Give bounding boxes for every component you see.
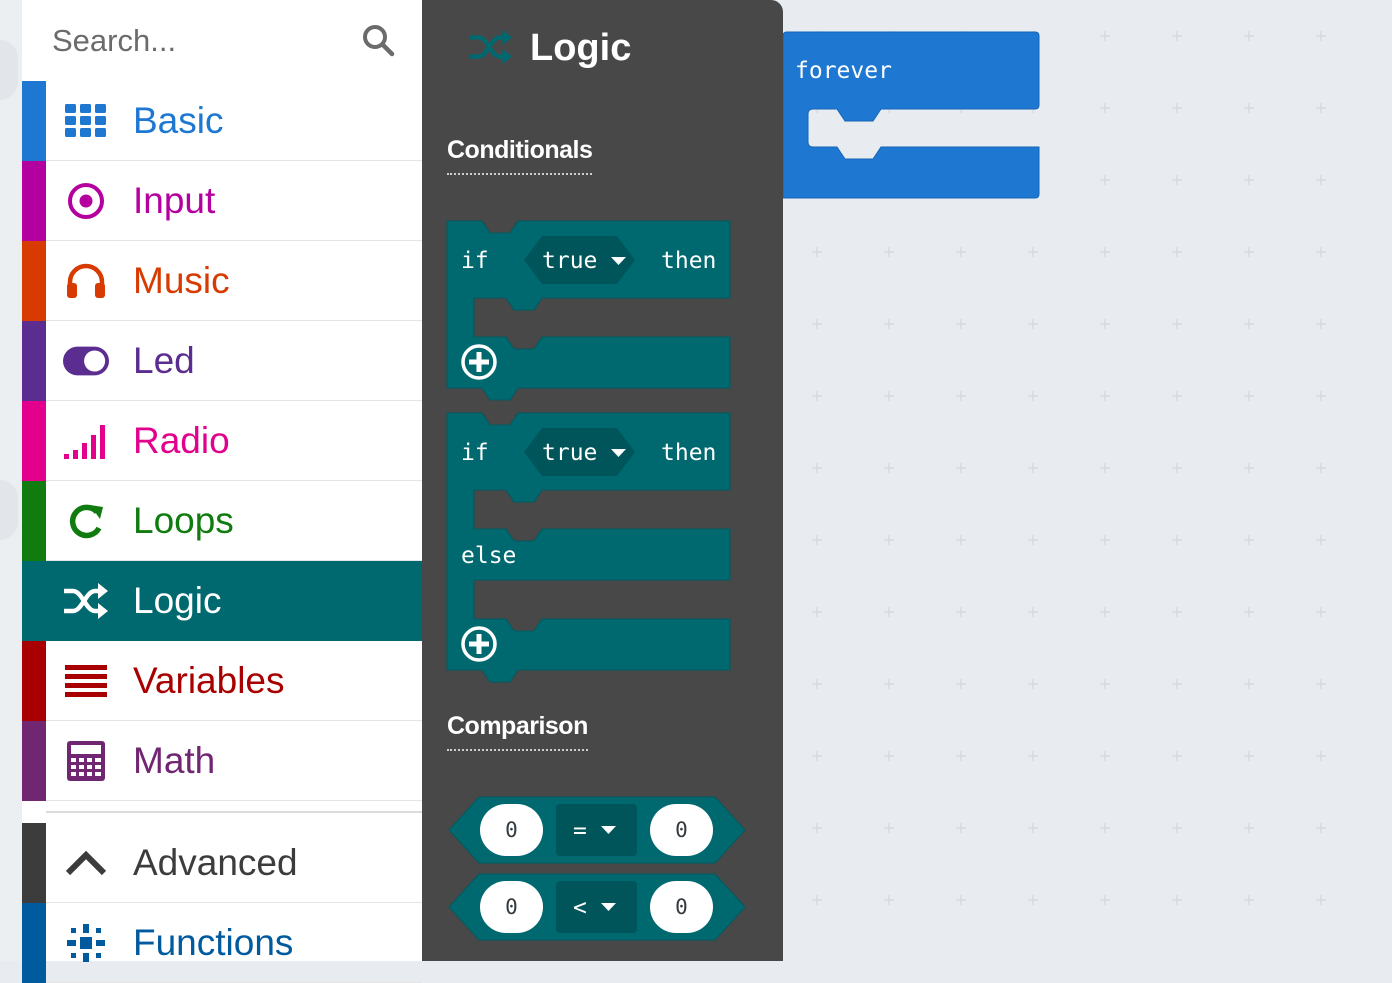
- number-input-left[interactable]: 0: [480, 818, 543, 842]
- search-bar: [22, 0, 422, 81]
- search-input[interactable]: [52, 18, 352, 64]
- if-keyword: if: [461, 440, 489, 466]
- operator-dropdown[interactable]: =: [573, 818, 587, 844]
- category-label: Advanced: [133, 842, 298, 883]
- category-label: Music: [133, 260, 230, 301]
- list-lines-icon: [63, 660, 109, 702]
- target-icon: [63, 180, 109, 222]
- number-input-left[interactable]: 0: [480, 895, 543, 919]
- operator-dropdown[interactable]: <: [573, 895, 587, 921]
- category-label: Basic: [133, 100, 224, 141]
- search-icon[interactable]: [361, 23, 395, 57]
- number-input-right[interactable]: 0: [650, 818, 713, 842]
- then-keyword: then: [661, 440, 717, 466]
- category-radio[interactable]: Radio: [22, 401, 422, 481]
- category-color-bar: [22, 903, 46, 983]
- category-label: Logic: [133, 580, 222, 621]
- category-basic[interactable]: Basic: [22, 81, 422, 161]
- category-color-bar: [22, 481, 46, 561]
- flyout-blocks-canvas: [446, 220, 746, 941]
- category-color-bar: [22, 401, 46, 481]
- toggle-icon: [63, 340, 109, 382]
- category-logic[interactable]: Logic: [22, 561, 422, 641]
- toolbox-divider: [46, 811, 422, 813]
- category-color-bar: [22, 321, 46, 401]
- category-label: Radio: [133, 420, 230, 461]
- code-workspace[interactable]: forever: [783, 0, 1392, 961]
- category-variables[interactable]: Variables: [22, 641, 422, 721]
- category-color-bar: [22, 561, 46, 641]
- if-keyword: if: [461, 248, 489, 274]
- condition-dropdown[interactable]: true: [542, 440, 597, 466]
- category-label: Input: [133, 180, 216, 221]
- category-color-bar: [22, 823, 46, 903]
- chevron-up-icon: [63, 842, 109, 884]
- background-shape: [0, 480, 18, 540]
- grid-icon: [63, 100, 109, 142]
- then-keyword: then: [661, 248, 717, 274]
- else-keyword: else: [461, 543, 517, 569]
- logic-flyout: Logic Conditionals if true then if true …: [422, 0, 783, 961]
- headphones-icon: [63, 260, 109, 302]
- category-toolbox: Basic Input Music: [22, 0, 422, 983]
- left-edge-strip: [0, 0, 22, 961]
- category-music[interactable]: Music: [22, 241, 422, 321]
- category-math[interactable]: Math: [22, 721, 422, 801]
- forever-block[interactable]: [783, 0, 1392, 961]
- category-label: Loops: [133, 500, 234, 541]
- background-shape: [0, 40, 18, 100]
- forever-label: forever: [795, 58, 892, 84]
- condition-dropdown[interactable]: true: [542, 248, 597, 274]
- category-color-bar: [22, 161, 46, 241]
- category-label: Led: [133, 340, 195, 381]
- category-input[interactable]: Input: [22, 161, 422, 241]
- category-functions[interactable]: Functions: [22, 903, 422, 983]
- number-input-right[interactable]: 0: [650, 895, 713, 919]
- category-color-bar: [22, 721, 46, 801]
- category-loops[interactable]: Loops: [22, 481, 422, 561]
- category-label: Functions: [133, 922, 294, 963]
- category-label: Math: [133, 740, 216, 781]
- category-label: Variables: [133, 660, 285, 701]
- refresh-icon: [63, 500, 109, 542]
- shuffle-icon: [63, 580, 109, 622]
- category-color-bar: [22, 241, 46, 321]
- calculator-icon: [63, 740, 109, 782]
- category-advanced[interactable]: Advanced: [22, 823, 422, 903]
- category-led[interactable]: Led: [22, 321, 422, 401]
- section-heading-comparison: Comparison: [447, 712, 588, 751]
- functions-icon: [63, 922, 109, 964]
- signal-bars-icon: [63, 420, 109, 462]
- category-color-bar: [22, 81, 46, 161]
- category-color-bar: [22, 641, 46, 721]
